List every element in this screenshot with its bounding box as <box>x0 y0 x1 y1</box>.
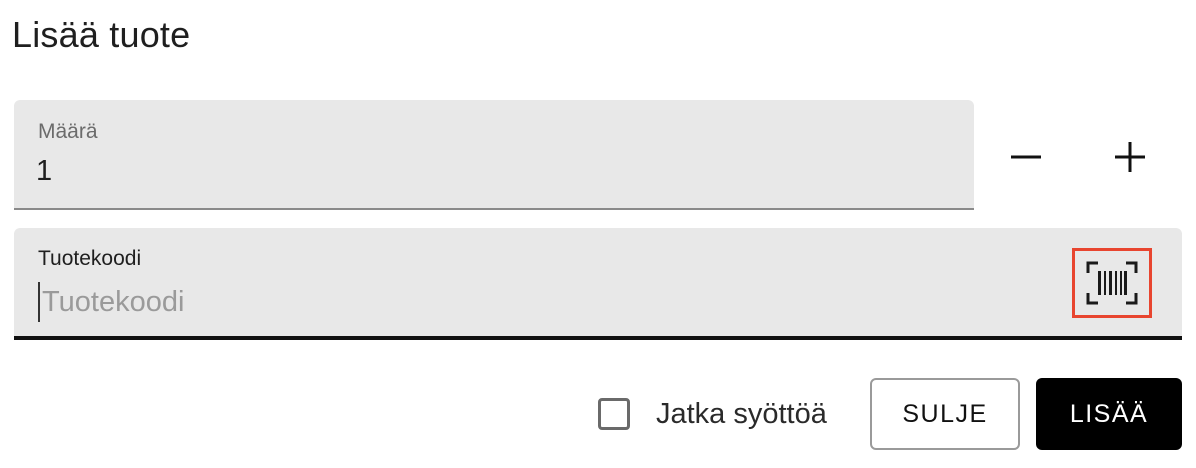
quantity-field[interactable]: Määrä <box>14 100 974 210</box>
product-code-field[interactable]: Tuotekoodi <box>14 228 1182 340</box>
add-product-dialog: Lisää tuote Määrä Tuotekoodi <box>0 0 1196 468</box>
add-button[interactable]: LISÄÄ <box>1036 378 1182 450</box>
barcode-scan-button[interactable] <box>1072 248 1152 318</box>
product-code-input[interactable] <box>38 282 1042 322</box>
dialog-title: Lisää tuote <box>12 14 191 55</box>
barcode-scan-icon <box>1086 261 1138 305</box>
plus-icon <box>1115 142 1145 172</box>
continue-input-label: Jatka syöttöä <box>656 397 827 430</box>
product-code-label: Tuotekoodi <box>38 247 142 270</box>
decrement-button[interactable] <box>994 125 1058 189</box>
close-button[interactable]: SULJE <box>870 378 1020 450</box>
continue-input-checkbox-row[interactable]: Jatka syöttöä <box>598 394 827 434</box>
increment-button[interactable] <box>1098 125 1162 189</box>
quantity-label: Määrä <box>38 120 98 143</box>
quantity-input[interactable] <box>36 155 936 188</box>
continue-input-checkbox[interactable] <box>598 398 630 430</box>
minus-icon <box>1011 155 1041 159</box>
